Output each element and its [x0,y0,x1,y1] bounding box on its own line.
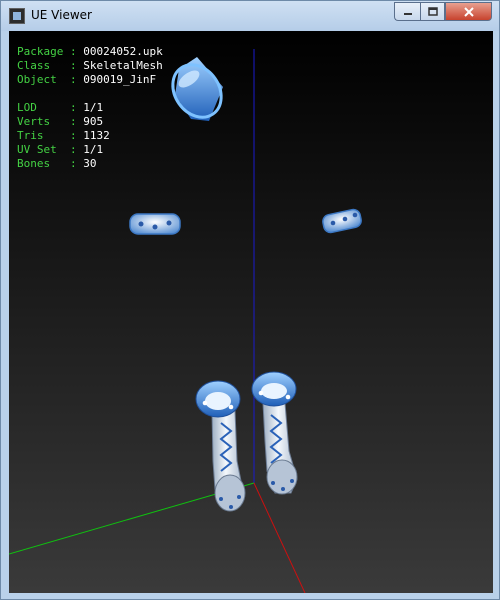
info-bones-value: 30 [83,157,97,170]
info-lod-value: 1/1 [83,101,104,114]
info-class-row: Class : SkeletalMesh [17,59,163,73]
info-uvset-label: UV Set : [17,143,84,156]
info-package-row: Package : 00024052.upk [17,45,163,59]
info-verts-row: Verts : 905 [17,115,163,129]
info-uvset-value: 1/1 [83,143,104,156]
mesh-info-overlay: Package : 00024052.upk Class : SkeletalM… [17,45,163,171]
mesh-hat-piece [171,57,223,121]
app-icon [9,8,25,24]
info-lod-row: LOD : 1/1 [17,101,163,115]
info-verts-label: Verts : [17,115,84,128]
close-icon [463,6,474,17]
info-package-label: Package : [17,45,84,58]
info-lod-label: LOD : [17,101,84,114]
maximize-button[interactable] [420,2,445,21]
title-bar[interactable]: UE Viewer [1,1,499,31]
info-package-value: 00024052.upk [83,45,163,58]
info-object-value: 090019_JinF [83,73,157,86]
mesh-boot-right [251,371,298,495]
axis-x [253,482,306,593]
minimize-icon [403,12,412,15]
info-tris-label: Tris : [17,129,84,142]
info-class-label: Class : [17,59,84,72]
info-uvset-row: UV Set : 1/1 [17,143,163,157]
maximize-icon [427,7,438,16]
info-bones-label: Bones : [17,157,84,170]
minimize-button[interactable] [394,2,420,21]
mesh-wrist-band-left [129,213,181,235]
close-button[interactable] [445,2,492,21]
window-title: UE Viewer [31,8,92,22]
mesh-wrist-band-right [322,208,362,234]
info-verts-value: 905 [83,115,104,128]
mesh-boot-left [195,380,246,512]
info-tris-value: 1132 [83,129,110,142]
info-class-value: SkeletalMesh [83,59,163,72]
3d-viewport[interactable]: Package : 00024052.upk Class : SkeletalM… [9,31,493,593]
info-object-row: Object : 090019_JinF [17,73,163,87]
info-object-label: Object : [17,73,84,86]
info-tris-row: Tris : 1132 [17,129,163,143]
info-bones-row: Bones : 30 [17,157,163,171]
app-window: UE Viewer Package: 00024052.upk Class:… [0,0,500,600]
